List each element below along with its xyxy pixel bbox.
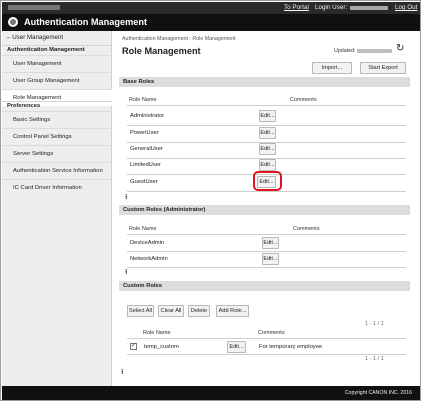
- updated-label: Updated:: [334, 48, 356, 54]
- pager-bottom: 1 - 1 / 1: [365, 356, 384, 362]
- sidebar-item-user-management[interactable]: User Management: [2, 55, 112, 72]
- pager-top: 1 - 1 / 1: [365, 321, 384, 327]
- edit-administrator-button[interactable]: Edit...: [259, 110, 276, 122]
- role-name-networkadmin: NetworkAdmin: [130, 256, 168, 262]
- refresh-icon[interactable]: ↻: [396, 43, 404, 54]
- updated-timestamp-redacted: [357, 49, 392, 53]
- sidebar-item-control-panel-settings[interactable]: Control Panel Settings: [2, 128, 112, 145]
- start-export-button[interactable]: Start Export: [360, 62, 406, 74]
- main-content: Authentication Management : Role Managem…: [119, 31, 410, 383]
- sidebar-item-ic-card-driver-info[interactable]: IC Card Driver Information: [2, 179, 112, 196]
- footer: Copyright CANON INC. 2016: [2, 386, 420, 400]
- custom-roles-col-comments: Comments: [258, 330, 285, 336]
- divider: [127, 338, 406, 339]
- divider: [127, 267, 406, 268]
- highlight-annotation: [253, 171, 282, 191]
- sidebar-item-auth-service-info[interactable]: Authentication Service Information: [2, 162, 112, 179]
- collapse-base-roles-icon[interactable]: ⭱: [125, 194, 127, 201]
- custom-roles-col-name: Role Name: [143, 330, 171, 336]
- import-button[interactable]: Import...: [312, 62, 352, 74]
- page-title: Role Management: [122, 46, 201, 56]
- role-name-guestuser: GuestUser: [130, 179, 158, 185]
- custom-admin-col-comments: Comments: [293, 226, 320, 232]
- role-name-administrator: Administrator: [130, 113, 165, 119]
- sidebar: ←User Management Authentication Manageme…: [2, 31, 112, 386]
- divider: [127, 354, 406, 355]
- base-roles-col-name: Role Name: [129, 97, 157, 103]
- login-user-redacted: [350, 6, 388, 10]
- app-logo-icon: [8, 17, 18, 27]
- breadcrumb: Authentication Management : Role Managem…: [122, 36, 236, 42]
- sidebar-section-auth: Authentication Management: [2, 45, 112, 54]
- edit-limiteduser-button[interactable]: Edit...: [259, 159, 276, 171]
- top-bar: To Portal Login User: Log Out: [2, 2, 420, 14]
- role-name-generaluser: GeneralUser: [130, 146, 163, 152]
- edit-networkadmin-button[interactable]: Edit...: [262, 253, 279, 265]
- add-role-button[interactable]: Add Role...: [216, 305, 249, 317]
- collapse-custom-roles-icon[interactable]: ⭱: [121, 369, 123, 376]
- edit-deviceadmin-button[interactable]: Edit...: [262, 237, 279, 249]
- role-name-limiteduser: LimitedUser: [130, 162, 161, 168]
- back-to-user-management-link[interactable]: ←User Management: [6, 34, 63, 41]
- clear-all-button[interactable]: Clear All: [158, 305, 184, 317]
- base-roles-heading: Base Roles: [119, 77, 410, 87]
- device-name-redacted: [8, 5, 60, 10]
- logout-link[interactable]: Log Out: [395, 4, 417, 11]
- sidebar-item-user-group-management[interactable]: User Group Management: [2, 72, 112, 89]
- sidebar-item-basic-settings[interactable]: Basic Settings: [2, 111, 112, 128]
- base-roles-col-comments: Comments: [290, 97, 317, 103]
- role-name-poweruser: PowerUser: [130, 130, 159, 136]
- role-name-temp-custom: temp_custom: [144, 344, 179, 350]
- row-checkbox-temp-custom[interactable]: ✓: [130, 343, 137, 350]
- custom-admin-roles-heading: Custom Roles (Administrator): [119, 205, 410, 215]
- collapse-custom-admin-roles-icon[interactable]: ⭱: [125, 269, 127, 276]
- copyright-text: Copyright CANON INC. 2016: [344, 390, 412, 396]
- edit-generaluser-button[interactable]: Edit...: [259, 143, 276, 155]
- sidebar-item-server-settings[interactable]: Server Settings: [2, 145, 112, 162]
- divider: [127, 251, 406, 252]
- role-name-deviceadmin: DeviceAdmin: [130, 240, 165, 246]
- to-portal-link[interactable]: To Portal: [284, 4, 309, 11]
- sidebar-section-preferences: Preferences: [2, 101, 112, 110]
- custom-admin-col-name: Role Name: [129, 226, 157, 232]
- divider: [127, 105, 406, 106]
- delete-button[interactable]: Delete: [188, 305, 210, 317]
- app-title: Authentication Management: [24, 17, 148, 27]
- divider: [127, 125, 406, 126]
- edit-poweruser-button[interactable]: Edit...: [259, 127, 276, 139]
- app-header: Authentication Management: [2, 14, 420, 31]
- login-user-label: Login User:: [315, 4, 348, 11]
- divider: [127, 234, 406, 235]
- comment-temp-custom: For temporary employee: [259, 344, 323, 350]
- browser-frame: To Portal Login User: Log Out Authentica…: [0, 0, 421, 401]
- divider: [127, 191, 406, 192]
- select-all-button[interactable]: Select All: [127, 305, 154, 317]
- edit-temp-custom-button[interactable]: Edit...: [227, 341, 246, 353]
- custom-roles-heading: Custom Roles: [119, 281, 410, 291]
